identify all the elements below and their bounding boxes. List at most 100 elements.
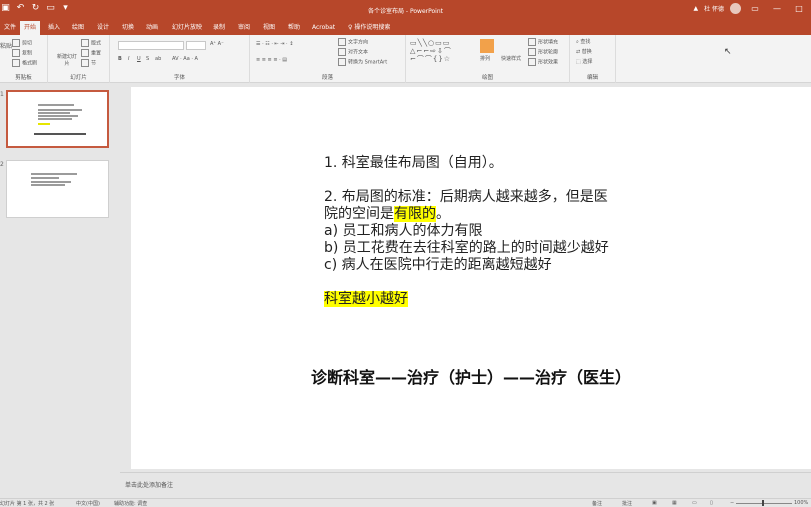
avatar[interactable]	[730, 3, 741, 14]
zoom-out-icon[interactable]: −	[730, 500, 734, 506]
cut-icon	[12, 39, 20, 47]
new-slide-button[interactable]: 新建幻灯片	[56, 53, 78, 67]
align-icons[interactable]: ≡ ≡ ≡ ≡ · ▤	[256, 57, 287, 63]
strikethrough-button[interactable]: S	[146, 56, 149, 62]
increase-font-icon[interactable]: A⁺ A⁻	[210, 41, 224, 47]
normal-view-icon[interactable]: ▣	[652, 500, 657, 506]
section-label: 节	[91, 60, 97, 67]
zoom-level[interactable]: 100%	[794, 500, 808, 506]
font-size-input[interactable]	[186, 41, 206, 50]
reset-button[interactable]: 重置	[81, 49, 101, 57]
minimize-icon[interactable]: —	[769, 4, 785, 13]
tab-draw[interactable]: 绘图	[68, 21, 88, 35]
font-name-input[interactable]	[118, 41, 184, 50]
tab-file[interactable]: 文件	[0, 21, 20, 35]
tell-me-search[interactable]: ♀ 操作说明搜索	[348, 21, 390, 35]
shape-effects-button[interactable]: 形状效果	[528, 58, 558, 66]
replace-button[interactable]: ⇄ 替换	[576, 48, 592, 55]
reading-view-icon[interactable]: ▭	[692, 500, 697, 506]
font-group-label: 字体	[173, 75, 185, 81]
italic-button[interactable]: I	[128, 56, 129, 62]
thumb-text-line	[38, 115, 78, 117]
bullets-icon[interactable]: ☰ · ☷ · ⇤ ⇥ · ↕	[256, 41, 293, 47]
zoom-slider[interactable]	[736, 503, 792, 504]
tab-acrobat[interactable]: Acrobat	[308, 21, 339, 35]
section-button[interactable]: 节	[81, 59, 96, 67]
format-painter-label: 格式刷	[22, 60, 38, 67]
zoom-slider-handle[interactable]	[762, 500, 764, 506]
font-color-icon[interactable]: AV · Aa · A	[172, 56, 198, 62]
slide-canvas[interactable]: 1. 科室最佳布局图（自用）。 2. 布局图的标准：后期病人越来越多，但是医 院…	[131, 87, 811, 469]
slide-count: 幻灯片 第 1 张，共 2 张	[0, 501, 55, 507]
highlight-line: 科室越小越好	[324, 291, 644, 308]
shape-outline-button[interactable]: 形状轮廓	[528, 48, 558, 56]
tab-animations[interactable]: 动画	[142, 21, 162, 35]
paragraph-group: ☰ · ☷ · ⇤ ⇥ · ↕ 文字方向 对齐文本 转换为 SmartArt ≡…	[250, 35, 406, 83]
editing-group: ⌕ 查找 ⇄ 替换 ⬚ 选择 编辑	[570, 35, 616, 83]
notes-placeholder: 单击此处添加备注	[125, 482, 174, 489]
slide-thumbnail-pane: 1 2	[0, 84, 120, 498]
paste-button[interactable]: 粘贴	[0, 41, 12, 50]
tab-slideshow[interactable]: 幻灯片放映	[168, 21, 206, 35]
copy-button[interactable]: 复制	[12, 49, 32, 57]
ribbon-tabs: 文件 开始 插入 绘图 设计 切换 动画 幻灯片放映 录制 审阅 视图 帮助 A…	[0, 21, 811, 35]
find-button[interactable]: ⌕ 查找	[576, 38, 590, 45]
list-item-c: c) 病人在医院中行走的距离越短越好	[324, 257, 552, 273]
slide-line-3: 院的空间是有限的。	[324, 206, 644, 223]
tab-help[interactable]: 帮助	[284, 21, 304, 35]
bold-button[interactable]: B	[118, 56, 122, 62]
slideshow-view-icon[interactable]: ▯	[710, 500, 713, 506]
thumb-text-line	[31, 177, 59, 179]
thumb-text-line	[38, 104, 74, 106]
text-shadow-button[interactable]: ab	[155, 56, 161, 62]
user-name[interactable]: 杜 怀德	[704, 4, 724, 13]
shape-fill-button[interactable]: 形状填充	[528, 38, 558, 46]
tab-transitions[interactable]: 切换	[118, 21, 138, 35]
select-button[interactable]: ⬚ 选择	[576, 58, 592, 65]
arrange-button[interactable]: 排列	[480, 55, 490, 62]
paragraph-group-label: 段落	[321, 75, 333, 81]
ribbon-display-options-icon[interactable]: ▭	[747, 4, 763, 13]
slide-thumbnail-2[interactable]	[6, 160, 109, 218]
language-status[interactable]: 中文(中国)	[76, 500, 100, 507]
thumb-text-line	[38, 118, 72, 120]
shape-outline-icon	[528, 48, 536, 56]
slide-body-text[interactable]: 1. 科室最佳布局图（自用）。 2. 布局图的标准：后期病人越来越多，但是医 院…	[324, 155, 644, 308]
thumb-text-line	[31, 181, 71, 183]
slide-thumbnail-1[interactable]	[6, 90, 109, 148]
layout-button[interactable]: 版式	[81, 39, 101, 47]
shapes-gallery[interactable]: ▭╲╲○▭▭ △⌐⌐⇨⇩⌒ ⌐⌒⌒{}☆	[410, 39, 476, 65]
tab-record[interactable]: 录制	[209, 21, 229, 35]
drawing-group-label: 绘图	[481, 75, 493, 81]
text-direction-icon	[338, 38, 346, 46]
tab-home[interactable]: 开始	[20, 21, 41, 35]
status-bar: 幻灯片 第 1 张，共 2 张 中文(中国) 辅助功能: 调查 备注 批注 ▣ …	[0, 498, 811, 507]
shape-fill-label: 形状填充	[538, 39, 559, 46]
quick-styles-button[interactable]: 快速样式	[501, 55, 521, 62]
tab-insert[interactable]: 插入	[44, 21, 64, 35]
align-text-button[interactable]: 对齐文本	[338, 48, 368, 56]
notes-pane[interactable]: 单击此处添加备注	[120, 472, 811, 496]
thumb-highlight-line	[38, 123, 50, 125]
cut-button[interactable]: 剪切	[12, 39, 32, 47]
comments-toggle[interactable]: 批注	[622, 500, 632, 507]
tab-view[interactable]: 视图	[259, 21, 279, 35]
maximize-icon[interactable]: □	[791, 4, 807, 13]
accessibility-status[interactable]: 辅助功能: 调查	[114, 500, 147, 507]
arrange-icon[interactable]	[480, 39, 494, 53]
slide-sorter-icon[interactable]: ▦	[672, 500, 677, 506]
tab-review[interactable]: 审阅	[234, 21, 254, 35]
select-label: 选择	[582, 59, 593, 65]
format-painter-button[interactable]: 格式刷	[12, 59, 37, 67]
flow-text[interactable]: 诊断科室——治疗（护士）——治疗（医生）	[131, 364, 811, 388]
text-direction-button[interactable]: 文字方向	[338, 38, 368, 46]
underline-button[interactable]: U	[137, 56, 141, 62]
warning-icon[interactable]: ▲	[693, 5, 698, 12]
notes-toggle[interactable]: 备注	[592, 500, 602, 507]
text-direction-label: 文字方向	[348, 39, 369, 46]
tab-design[interactable]: 设计	[93, 21, 113, 35]
editing-group-label: 编辑	[586, 75, 598, 81]
smartart-button[interactable]: 转换为 SmartArt	[338, 58, 387, 66]
shape-effects-icon	[528, 58, 536, 66]
shape-fill-icon	[528, 38, 536, 46]
